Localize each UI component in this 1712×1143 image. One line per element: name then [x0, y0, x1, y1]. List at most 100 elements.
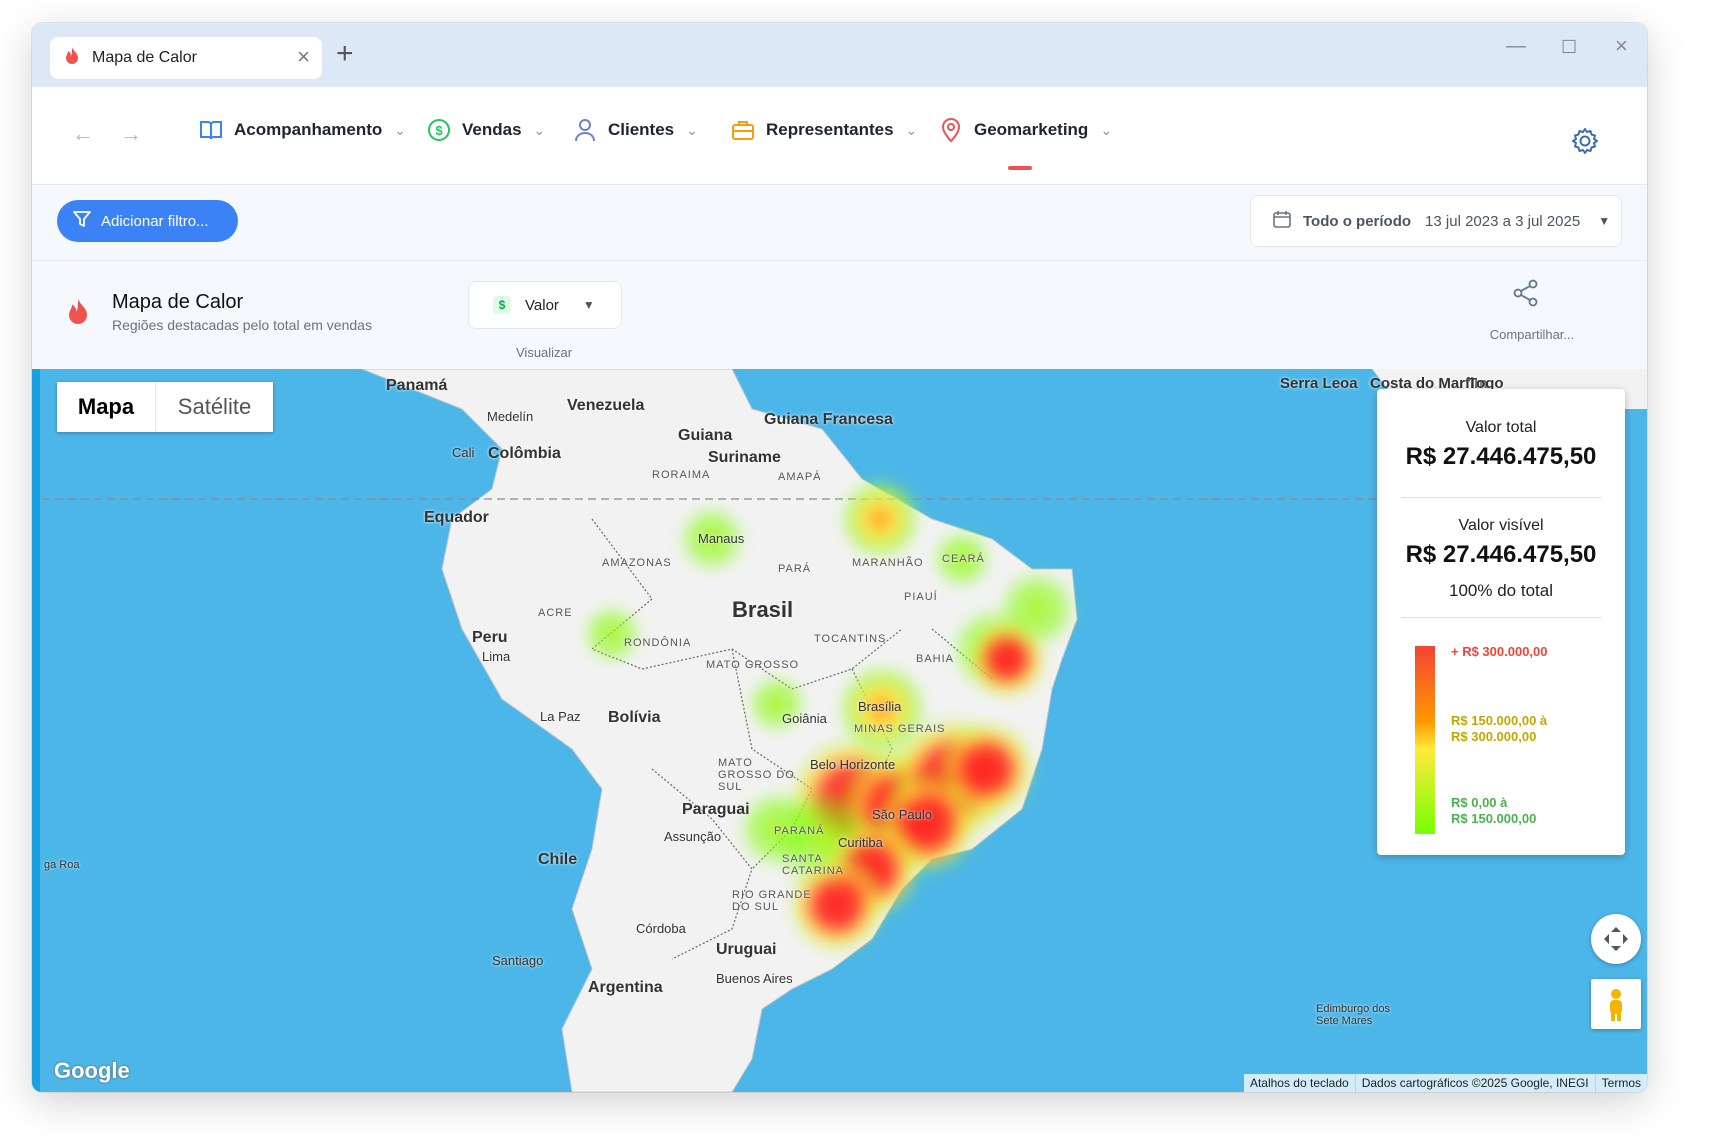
chevron-down-icon: ⌄ — [905, 121, 918, 138]
map-label: Uruguai — [716, 941, 777, 958]
period-value: 13 jul 2023 a 3 jul 2025 — [1425, 212, 1581, 230]
map-label: Buenos Aires — [716, 971, 793, 986]
map-label: Edimburgo dos Sete Mares — [1316, 1003, 1390, 1027]
calendar-icon — [1273, 210, 1291, 232]
flame-icon — [64, 46, 80, 71]
chevron-down-icon: ⌄ — [533, 121, 546, 138]
caret-down-icon: ▼ — [1598, 214, 1611, 228]
google-logo: Google — [54, 1058, 130, 1083]
page-title: Mapa de Calor — [112, 291, 244, 313]
filter-icon — [73, 210, 91, 232]
terms-link[interactable]: Termos — [1594, 1074, 1647, 1092]
map-label: Venezuela — [567, 397, 645, 414]
state-label: RORAIMA — [652, 469, 711, 481]
total-label: Valor total — [1465, 419, 1537, 436]
share-button[interactable]: Compartilhar... — [1472, 327, 1592, 342]
map-label: Guiana Francesa — [764, 411, 893, 428]
state-label: AMAPÁ — [778, 471, 822, 483]
visible-percent: 100% do total — [1449, 581, 1553, 600]
fullscreen-icon[interactable] — [1591, 914, 1641, 964]
map-label: ga Roa — [44, 859, 80, 871]
map-label: Brasil — [732, 597, 794, 622]
nav-acompanhamento[interactable]: Acompanhamento ⌄ — [198, 117, 406, 143]
map-label: Panamá — [386, 377, 448, 394]
keyboard-shortcuts-link[interactable]: Atalhos do teclado — [1244, 1074, 1355, 1092]
dollar-icon: $ — [426, 117, 452, 143]
map-type-toggle: Mapa Satélite — [57, 382, 273, 432]
map-type-map-button[interactable]: Mapa — [57, 382, 155, 432]
state-label: MARANHÃO — [852, 557, 924, 569]
map-type-satellite-button[interactable]: Satélite — [155, 382, 273, 432]
map-data-text: Dados cartográficos ©2025 Google, INEGI — [1354, 1074, 1595, 1092]
map-label: Cali — [452, 445, 475, 460]
nav-label: Clientes — [608, 120, 675, 139]
divider — [1401, 497, 1601, 498]
state-label: TOCANTINS — [814, 633, 887, 645]
tier-low-a: R$ 0,00 à — [1451, 795, 1508, 810]
briefcase-icon — [730, 117, 756, 143]
new-tab-icon[interactable]: + — [336, 39, 354, 69]
state-label: PARÁ — [778, 563, 812, 575]
chevron-down-icon: ⌄ — [394, 121, 407, 138]
close-window-icon[interactable]: × — [1615, 33, 1628, 59]
filter-bar: Adicionar filtro... Todo o período 13 ju… — [32, 185, 1647, 261]
nav-geomarketing[interactable]: Geomarketing ⌄ — [938, 117, 1112, 143]
state-label: RONDÔNIA — [624, 637, 692, 649]
tier-high: + R$ 300.000,00 — [1451, 644, 1548, 659]
state-label: AMAZONAS — [602, 557, 672, 569]
forward-icon[interactable]: → — [120, 121, 142, 147]
nav-label: Representantes — [766, 120, 894, 139]
nav-clientes[interactable]: Clientes ⌄ — [572, 117, 698, 143]
map-label: Belo Horizonte — [810, 757, 896, 772]
divider — [1401, 617, 1601, 618]
tier-mid-a: R$ 150.000,00 à — [1451, 713, 1548, 728]
map-label: Assunção — [664, 829, 722, 844]
period-selector[interactable]: Todo o período 13 jul 2023 a 3 jul 2025 … — [1250, 195, 1622, 247]
map-label: São Paulo — [872, 807, 932, 822]
share-icon[interactable] — [1512, 279, 1540, 312]
book-icon — [198, 117, 224, 143]
map-label: Colômbia — [488, 445, 561, 462]
heat-map[interactable]: Panamá Venezuela Guiana Francesa Guiana … — [32, 369, 1647, 1092]
map-label: Curitiba — [838, 835, 883, 850]
main-nav: ← → Acompanhamento ⌄ $ Vendas ⌄ Clientes… — [32, 87, 1647, 185]
user-icon — [572, 117, 598, 143]
back-icon[interactable]: ← — [72, 121, 94, 147]
map-label: Paraguai — [682, 801, 750, 818]
gear-icon[interactable] — [1571, 127, 1599, 160]
state-label: MATO GROSSO — [706, 659, 800, 671]
map-label: Manaus — [698, 531, 745, 546]
map-pin-icon — [938, 117, 964, 143]
street-view-pegman-icon[interactable] — [1591, 979, 1641, 1029]
view-select-caption: Visualizar — [516, 345, 573, 360]
nav-representantes[interactable]: Representantes ⌄ — [730, 117, 917, 143]
nav-vendas[interactable]: $ Vendas ⌄ — [426, 117, 545, 143]
heat-legend: Valor total R$ 27.446.475,50 Valor visív… — [1377, 389, 1625, 855]
state-label: BAHIA — [916, 653, 955, 665]
active-tab-indicator — [1008, 166, 1032, 170]
total-value: R$ 27.446.475,50 — [1405, 443, 1597, 470]
visible-value: R$ 27.446.475,50 — [1405, 541, 1597, 568]
state-label: PARANÁ — [774, 825, 825, 837]
view-select-value: Valor — [525, 296, 559, 314]
map-label: Brasília — [858, 699, 902, 714]
minimize-icon[interactable]: — — [1506, 35, 1526, 58]
map-label: Santiago — [492, 953, 544, 968]
page-header: Mapa de Calor Regiões destacadas pelo to… — [32, 261, 1647, 369]
close-tab-icon[interactable]: × — [297, 46, 310, 68]
svg-text:$: $ — [435, 123, 443, 138]
map-label: Guiana — [678, 427, 733, 444]
tier-low-b: R$ 150.000,00 — [1451, 811, 1537, 826]
map-label: Lima — [482, 649, 511, 664]
state-label: MATO GROSSO DO SUL — [718, 757, 795, 793]
caret-down-icon: ▼ — [582, 298, 595, 312]
map-label: Serra Leoa — [1280, 375, 1358, 392]
state-label: MINAS GERAIS — [854, 723, 946, 735]
nav-label: Vendas — [462, 120, 522, 139]
view-select[interactable]: $ Valor ▼ — [468, 281, 622, 329]
add-filter-button[interactable]: Adicionar filtro... — [57, 200, 238, 242]
maximize-icon[interactable]: ☐ — [1561, 37, 1577, 58]
tier-mid-b: R$ 300.000,00 — [1451, 729, 1537, 744]
add-filter-label: Adicionar filtro... — [101, 212, 209, 230]
browser-tab[interactable]: Mapa de Calor × — [50, 37, 322, 79]
